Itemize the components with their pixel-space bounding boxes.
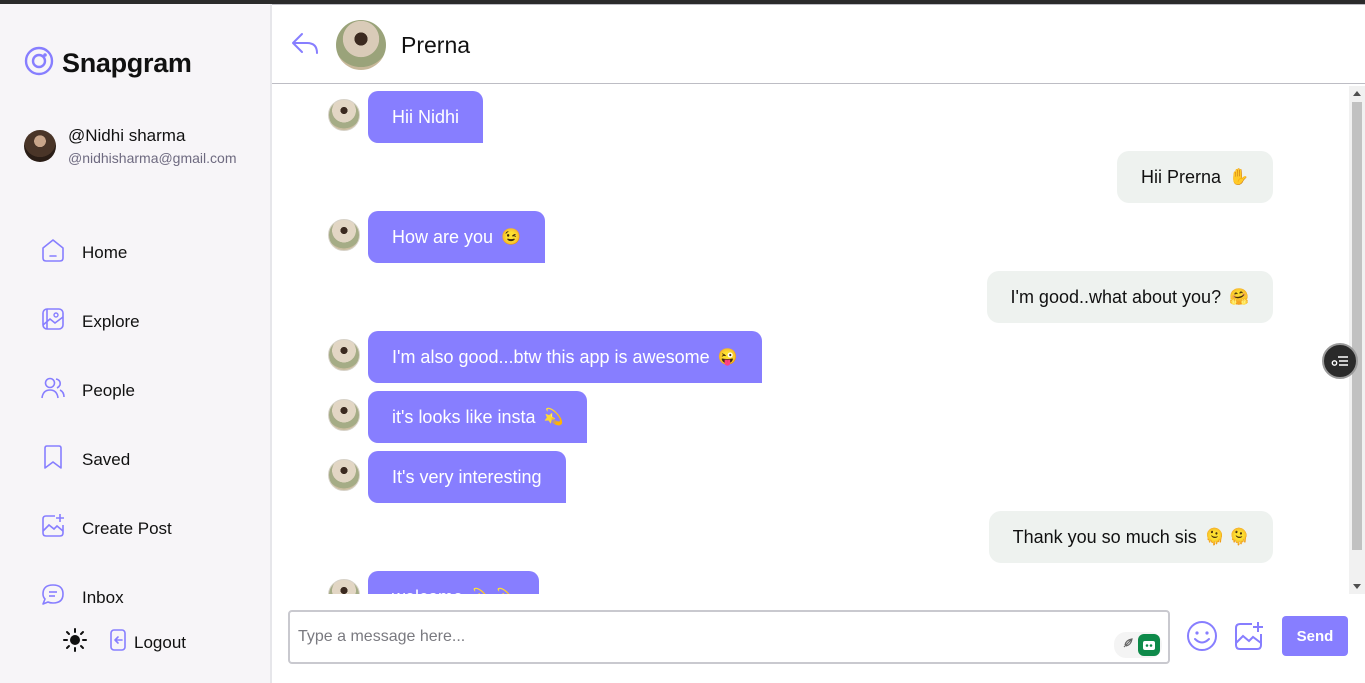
- send-button[interactable]: Send: [1282, 616, 1348, 656]
- snapgram-logo-icon: [24, 46, 54, 81]
- nav-item-create-post[interactable]: Create Post: [24, 494, 254, 563]
- message-received: it's looks like insta 💫: [368, 391, 588, 443]
- nav-item-home[interactable]: Home: [24, 218, 254, 287]
- message-sent: Hii Prerna ✋: [1117, 151, 1273, 203]
- message-emoji: 🫠 🫠: [1204, 529, 1249, 546]
- contact-avatar[interactable]: [336, 20, 386, 70]
- user-name: @Nidhi sharma: [68, 126, 186, 145]
- message-received: welcome 💫 💫: [368, 571, 540, 595]
- nav-label-saved: Saved: [82, 449, 131, 469]
- nav-item-explore[interactable]: Explore: [24, 287, 254, 356]
- message-received: How are you 😉: [368, 211, 545, 263]
- emoji-picker-icon[interactable]: [1186, 620, 1218, 657]
- message-list[interactable]: Hii Nidhi Hii Prerna ✋ How are you 😉 I'm g…: [272, 86, 1349, 594]
- scrollbar-thumb[interactable]: [1352, 102, 1362, 550]
- message-text: Hii Prerna: [1141, 166, 1222, 187]
- nav-label-home: Home: [82, 242, 128, 262]
- user-email: @nidhisharma@gmail.com: [68, 150, 237, 166]
- message-emoji: 💫: [543, 409, 564, 426]
- message-text: it's looks like insta: [392, 406, 536, 427]
- message-text: How are you: [392, 226, 494, 247]
- contact-name: Prerna: [401, 32, 471, 58]
- sidebar-footer: Logout: [62, 627, 186, 658]
- message-emoji: 😉: [501, 229, 521, 246]
- scroll-up-arrow-icon[interactable]: [1353, 91, 1361, 96]
- message-avatar: [328, 339, 360, 371]
- chat-icon: [40, 582, 66, 613]
- chat-header: Prerna: [272, 4, 1365, 84]
- create-post-icon: [40, 513, 66, 544]
- message-received: I'm also good...btw this app is awesome 😜: [368, 331, 762, 383]
- message-text: I'm also good...btw this app is awesome: [392, 346, 710, 367]
- people-icon: [40, 375, 66, 406]
- message-received: It's very interesting: [368, 451, 566, 503]
- back-arrow-icon[interactable]: [290, 29, 320, 64]
- left-sidebar: Snapgram @Nidhi sharma @nidhisharma@gmai…: [0, 4, 270, 683]
- bookmark-icon: [40, 444, 66, 475]
- message-emoji: 😜: [717, 349, 738, 366]
- message-received: Hii Nidhi: [368, 91, 484, 143]
- message-avatar: [328, 219, 360, 251]
- explore-icon: [40, 306, 66, 337]
- message-text: Thank you so much sis: [1012, 526, 1197, 547]
- nav-label-people: People: [82, 380, 135, 400]
- nav-item-inbox[interactable]: Inbox: [24, 563, 254, 632]
- user-profile[interactable]: @Nidhi sharma @nidhisharma@gmail.com: [24, 126, 236, 166]
- logout-icon: [108, 628, 132, 657]
- message-avatar: [328, 99, 360, 131]
- nav-label-inbox: Inbox: [82, 587, 124, 607]
- message-emoji: ✋: [1229, 169, 1249, 186]
- add-image-icon[interactable]: [1233, 620, 1265, 657]
- app-logo[interactable]: Snapgram: [24, 46, 192, 81]
- logout-label: Logout: [134, 632, 186, 652]
- theme-toggle-sun-icon[interactable]: [62, 627, 88, 658]
- logout-button[interactable]: Logout: [108, 628, 186, 657]
- message-text: It's very interesting: [392, 466, 542, 487]
- message-emoji: 🤗: [1229, 289, 1249, 306]
- nav-label-explore: Explore: [82, 311, 140, 331]
- grammar-assistant-icon[interactable]: [1138, 634, 1160, 656]
- feather-icon: [1122, 636, 1134, 654]
- message-composer: Send: [272, 594, 1365, 683]
- message-scrollbar[interactable]: [1349, 86, 1365, 594]
- scroll-down-arrow-icon[interactable]: [1353, 584, 1361, 589]
- nav-item-people[interactable]: People: [24, 356, 254, 425]
- home-icon: [40, 237, 66, 268]
- message-sent: I'm good..what about you? 🤗: [986, 271, 1273, 323]
- message-avatar: [328, 459, 360, 491]
- message-input-container: [288, 610, 1170, 664]
- message-text: Hii Nidhi: [392, 106, 460, 127]
- floating-toolbar-toggle-icon[interactable]: [1322, 343, 1358, 379]
- user-avatar: [24, 130, 56, 162]
- message-sent: Thank you so much sis 🫠 🫠: [988, 511, 1273, 563]
- message-emoji: 💫 💫: [471, 587, 515, 594]
- app-name: Snapgram: [62, 48, 192, 78]
- nav-item-saved[interactable]: Saved: [24, 425, 254, 494]
- extension-widget[interactable]: [1114, 632, 1162, 658]
- main-navigation: Home Explore People Saved Create Post In…: [24, 218, 254, 632]
- chat-panel: Prerna Hii Nidhi Hii Prerna ✋ How are you…: [270, 4, 1365, 683]
- nav-label-create-post: Create Post: [82, 518, 172, 538]
- message-text: welcome: [392, 587, 463, 595]
- message-input[interactable]: [290, 612, 1168, 662]
- message-avatar: [328, 399, 360, 431]
- message-avatar: [328, 579, 360, 594]
- message-text: I'm good..what about you?: [1010, 286, 1222, 307]
